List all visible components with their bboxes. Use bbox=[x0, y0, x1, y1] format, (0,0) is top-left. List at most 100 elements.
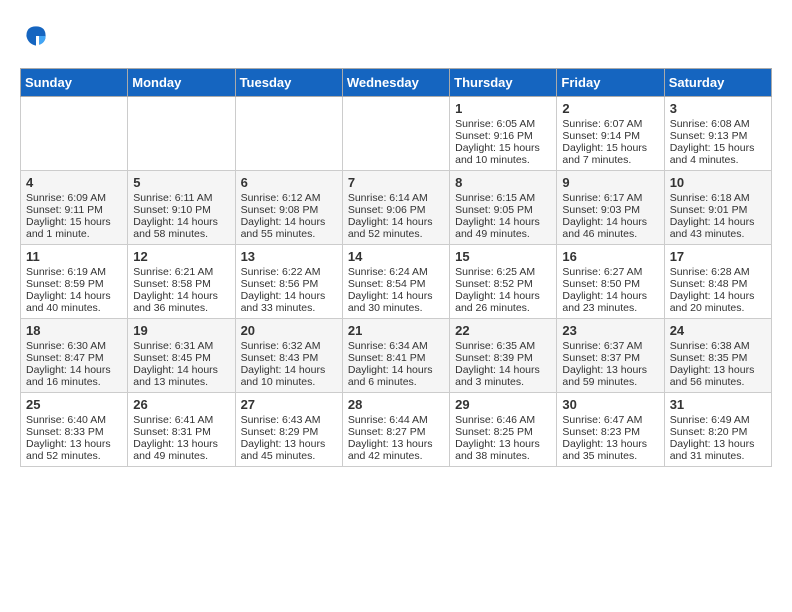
day-info: and 46 minutes. bbox=[562, 228, 658, 240]
day-info: Sunrise: 6:34 AM bbox=[348, 340, 444, 352]
day-info: Daylight: 15 hours bbox=[455, 142, 551, 154]
day-info: and 23 minutes. bbox=[562, 302, 658, 314]
day-info: Daylight: 14 hours bbox=[133, 364, 229, 376]
day-number: 18 bbox=[26, 323, 122, 338]
day-info: Sunset: 8:43 PM bbox=[241, 352, 337, 364]
day-number: 1 bbox=[455, 101, 551, 116]
day-info: Daylight: 13 hours bbox=[348, 438, 444, 450]
day-number: 29 bbox=[455, 397, 551, 412]
day-info: Daylight: 14 hours bbox=[241, 290, 337, 302]
day-number: 16 bbox=[562, 249, 658, 264]
day-info: Daylight: 14 hours bbox=[133, 216, 229, 228]
day-info: Sunset: 9:11 PM bbox=[26, 204, 122, 216]
day-number: 5 bbox=[133, 175, 229, 190]
day-info: Sunrise: 6:25 AM bbox=[455, 266, 551, 278]
day-number: 6 bbox=[241, 175, 337, 190]
calendar-cell: 7Sunrise: 6:14 AMSunset: 9:06 PMDaylight… bbox=[342, 171, 449, 245]
col-header-tuesday: Tuesday bbox=[235, 69, 342, 97]
day-info: Sunrise: 6:22 AM bbox=[241, 266, 337, 278]
day-number: 22 bbox=[455, 323, 551, 338]
day-info: Sunrise: 6:37 AM bbox=[562, 340, 658, 352]
day-info: Sunset: 8:45 PM bbox=[133, 352, 229, 364]
day-number: 30 bbox=[562, 397, 658, 412]
day-info: Sunset: 8:50 PM bbox=[562, 278, 658, 290]
day-info: and 52 minutes. bbox=[348, 228, 444, 240]
day-info: Sunset: 8:41 PM bbox=[348, 352, 444, 364]
calendar-cell: 14Sunrise: 6:24 AMSunset: 8:54 PMDayligh… bbox=[342, 245, 449, 319]
day-info: and 59 minutes. bbox=[562, 376, 658, 388]
day-info: Sunrise: 6:08 AM bbox=[670, 118, 766, 130]
calendar-cell: 4Sunrise: 6:09 AMSunset: 9:11 PMDaylight… bbox=[21, 171, 128, 245]
calendar-cell bbox=[128, 97, 235, 171]
calendar-cell: 17Sunrise: 6:28 AMSunset: 8:48 PMDayligh… bbox=[664, 245, 771, 319]
day-info: Sunset: 8:27 PM bbox=[348, 426, 444, 438]
day-info: and 43 minutes. bbox=[670, 228, 766, 240]
day-info: Sunset: 9:10 PM bbox=[133, 204, 229, 216]
day-info: Sunset: 9:05 PM bbox=[455, 204, 551, 216]
calendar-cell: 10Sunrise: 6:18 AMSunset: 9:01 PMDayligh… bbox=[664, 171, 771, 245]
col-header-sunday: Sunday bbox=[21, 69, 128, 97]
day-info: Sunset: 8:29 PM bbox=[241, 426, 337, 438]
day-number: 20 bbox=[241, 323, 337, 338]
day-info: Sunset: 8:58 PM bbox=[133, 278, 229, 290]
col-header-thursday: Thursday bbox=[450, 69, 557, 97]
day-info: and 35 minutes. bbox=[562, 450, 658, 462]
day-info: Sunset: 9:08 PM bbox=[241, 204, 337, 216]
day-info: Sunset: 8:56 PM bbox=[241, 278, 337, 290]
day-info: Sunset: 8:48 PM bbox=[670, 278, 766, 290]
calendar-cell: 23Sunrise: 6:37 AMSunset: 8:37 PMDayligh… bbox=[557, 319, 664, 393]
day-info: Daylight: 13 hours bbox=[670, 364, 766, 376]
calendar-header-row: SundayMondayTuesdayWednesdayThursdayFrid… bbox=[21, 69, 772, 97]
day-info: and 52 minutes. bbox=[26, 450, 122, 462]
calendar-cell: 22Sunrise: 6:35 AMSunset: 8:39 PMDayligh… bbox=[450, 319, 557, 393]
calendar-cell: 6Sunrise: 6:12 AMSunset: 9:08 PMDaylight… bbox=[235, 171, 342, 245]
day-info: and 56 minutes. bbox=[670, 376, 766, 388]
day-info: and 49 minutes. bbox=[133, 450, 229, 462]
day-info: Daylight: 14 hours bbox=[455, 216, 551, 228]
day-number: 10 bbox=[670, 175, 766, 190]
calendar-cell: 28Sunrise: 6:44 AMSunset: 8:27 PMDayligh… bbox=[342, 393, 449, 467]
calendar-cell: 25Sunrise: 6:40 AMSunset: 8:33 PMDayligh… bbox=[21, 393, 128, 467]
day-info: and 6 minutes. bbox=[348, 376, 444, 388]
day-info: Sunrise: 6:09 AM bbox=[26, 192, 122, 204]
day-number: 2 bbox=[562, 101, 658, 116]
day-info: and 58 minutes. bbox=[133, 228, 229, 240]
day-info: Sunset: 9:13 PM bbox=[670, 130, 766, 142]
day-info: Daylight: 14 hours bbox=[133, 290, 229, 302]
calendar-cell: 9Sunrise: 6:17 AMSunset: 9:03 PMDaylight… bbox=[557, 171, 664, 245]
day-info: Sunrise: 6:21 AM bbox=[133, 266, 229, 278]
day-info: Sunrise: 6:12 AM bbox=[241, 192, 337, 204]
day-info: Daylight: 13 hours bbox=[26, 438, 122, 450]
calendar-cell: 13Sunrise: 6:22 AMSunset: 8:56 PMDayligh… bbox=[235, 245, 342, 319]
day-info: Sunrise: 6:18 AM bbox=[670, 192, 766, 204]
day-number: 31 bbox=[670, 397, 766, 412]
day-info: and 4 minutes. bbox=[670, 154, 766, 166]
day-info: Daylight: 13 hours bbox=[133, 438, 229, 450]
day-info: Sunrise: 6:24 AM bbox=[348, 266, 444, 278]
day-info: and 38 minutes. bbox=[455, 450, 551, 462]
day-number: 9 bbox=[562, 175, 658, 190]
day-info: Sunset: 8:25 PM bbox=[455, 426, 551, 438]
calendar-cell: 18Sunrise: 6:30 AMSunset: 8:47 PMDayligh… bbox=[21, 319, 128, 393]
day-info: Sunrise: 6:15 AM bbox=[455, 192, 551, 204]
day-info: and 10 minutes. bbox=[455, 154, 551, 166]
day-info: Sunrise: 6:27 AM bbox=[562, 266, 658, 278]
calendar-week-5: 25Sunrise: 6:40 AMSunset: 8:33 PMDayligh… bbox=[21, 393, 772, 467]
day-info: Daylight: 14 hours bbox=[562, 290, 658, 302]
day-number: 11 bbox=[26, 249, 122, 264]
day-info: Sunrise: 6:17 AM bbox=[562, 192, 658, 204]
day-info: and 45 minutes. bbox=[241, 450, 337, 462]
calendar-cell: 21Sunrise: 6:34 AMSunset: 8:41 PMDayligh… bbox=[342, 319, 449, 393]
day-info: Sunset: 9:06 PM bbox=[348, 204, 444, 216]
day-info: Sunrise: 6:38 AM bbox=[670, 340, 766, 352]
day-number: 17 bbox=[670, 249, 766, 264]
day-info: Sunset: 8:35 PM bbox=[670, 352, 766, 364]
day-info: Sunrise: 6:19 AM bbox=[26, 266, 122, 278]
day-number: 12 bbox=[133, 249, 229, 264]
col-header-monday: Monday bbox=[128, 69, 235, 97]
calendar-cell bbox=[21, 97, 128, 171]
day-info: Sunset: 8:52 PM bbox=[455, 278, 551, 290]
day-info: Sunset: 9:03 PM bbox=[562, 204, 658, 216]
day-info: Sunset: 8:47 PM bbox=[26, 352, 122, 364]
day-number: 24 bbox=[670, 323, 766, 338]
